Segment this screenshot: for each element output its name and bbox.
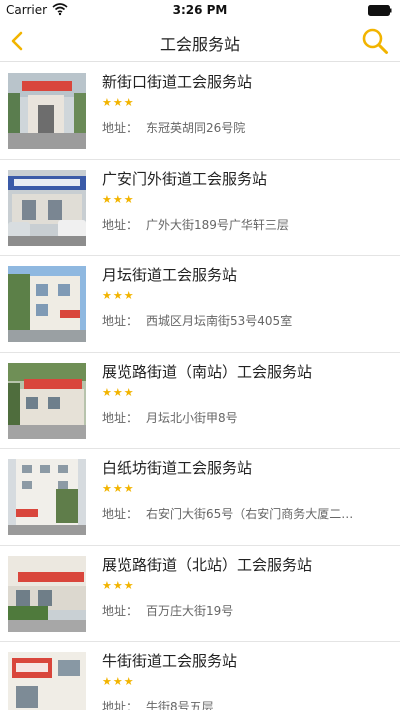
address-value: 广外大街189号广华轩三层	[146, 217, 289, 232]
station-photo	[8, 362, 86, 439]
address-label: 地址：	[102, 410, 139, 425]
back-chevron-icon[interactable]	[4, 27, 32, 55]
station-name: 牛街街道工会服务站	[102, 652, 238, 670]
list-item[interactable]: 广安门外街道工会服务站 ★★★ 地址： 广外大街189号广华轩三层	[0, 160, 400, 256]
list-item[interactable]: 月坛街道工会服务站 ★★★ 地址： 西城区月坛南街53号405室	[0, 256, 400, 353]
station-address: 地址： 右安门大街65号（右安门商务大厦二…	[102, 505, 392, 522]
station-photo	[8, 169, 86, 246]
address-value: 牛街8号五层	[146, 700, 214, 710]
rating-stars: ★★★	[102, 578, 135, 592]
station-photo	[8, 652, 86, 710]
battery-icon	[368, 5, 392, 16]
list-item[interactable]: 白纸坊街道工会服务站 ★★★ 地址： 右安门大街65号（右安门商务大厦二…	[0, 449, 400, 546]
station-name: 白纸坊街道工会服务站	[102, 459, 253, 477]
station-name: 月坛街道工会服务站	[102, 266, 238, 284]
address-label: 地址：	[102, 700, 139, 710]
station-name: 展览路街道（南站）工会服务站	[102, 362, 313, 381]
rating-stars: ★★★	[102, 675, 135, 688]
station-name: 新街口街道工会服务站	[102, 73, 253, 91]
address-value: 右安门大街65号（右安门商务大厦二…	[146, 507, 354, 521]
address-label: 地址：	[102, 121, 139, 135]
station-name: 广安门外街道工会服务站	[102, 169, 268, 188]
list-item[interactable]: 展览路街道（北站）工会服务站 ★★★ 地址： 百万庄大街19号	[0, 546, 400, 642]
list-item[interactable]: 新街口街道工会服务站 ★★★ 地址： 东冠英胡同26号院	[0, 63, 400, 160]
station-photo	[8, 266, 86, 342]
address-value: 月坛北小街甲8号	[146, 410, 238, 425]
station-address: 地址： 东冠英胡同26号院	[102, 119, 392, 136]
search-icon[interactable]	[360, 26, 390, 56]
station-address: 地址： 广外大街189号广华轩三层	[102, 216, 392, 233]
status-time: 3:26 PM	[172, 3, 228, 17]
address-label: 地址：	[102, 217, 139, 232]
station-photo	[8, 73, 86, 149]
rating-stars: ★★★	[102, 289, 135, 302]
rating-stars: ★★★	[102, 482, 135, 495]
station-list: 新街口街道工会服务站 ★★★ 地址： 东冠英胡同26号院 广安门外街道工会服务站 …	[0, 63, 400, 710]
station-address: 地址： 月坛北小街甲8号	[102, 409, 392, 426]
list-item[interactable]: 展览路街道（南站）工会服务站 ★★★ 地址： 月坛北小街甲8号	[0, 353, 400, 449]
station-address: 地址： 西城区月坛南街53号405室	[102, 312, 392, 329]
address-value: 西城区月坛南街53号405室	[146, 314, 293, 328]
station-name: 展览路街道（北站）工会服务站	[102, 555, 313, 574]
station-photo	[8, 555, 86, 632]
station-address: 地址： 牛街8号五层	[102, 698, 392, 710]
address-label: 地址：	[102, 314, 139, 328]
address-label: 地址：	[102, 603, 139, 618]
list-item[interactable]: 牛街街道工会服务站 ★★★ 地址： 牛街8号五层	[0, 642, 400, 710]
navigation-bar: 工会服务站	[0, 20, 400, 62]
rating-stars: ★★★	[102, 385, 135, 399]
station-photo	[8, 459, 86, 535]
address-label: 地址：	[102, 507, 139, 521]
station-address: 地址： 百万庄大街19号	[102, 602, 392, 619]
status-bar: Carrier 3:26 PM	[0, 0, 400, 20]
address-value: 东冠英胡同26号院	[146, 121, 246, 135]
page-title: 工会服务站	[159, 35, 240, 54]
rating-stars: ★★★	[102, 96, 135, 109]
rating-stars: ★★★	[102, 192, 135, 206]
address-value: 百万庄大街19号	[146, 603, 234, 618]
